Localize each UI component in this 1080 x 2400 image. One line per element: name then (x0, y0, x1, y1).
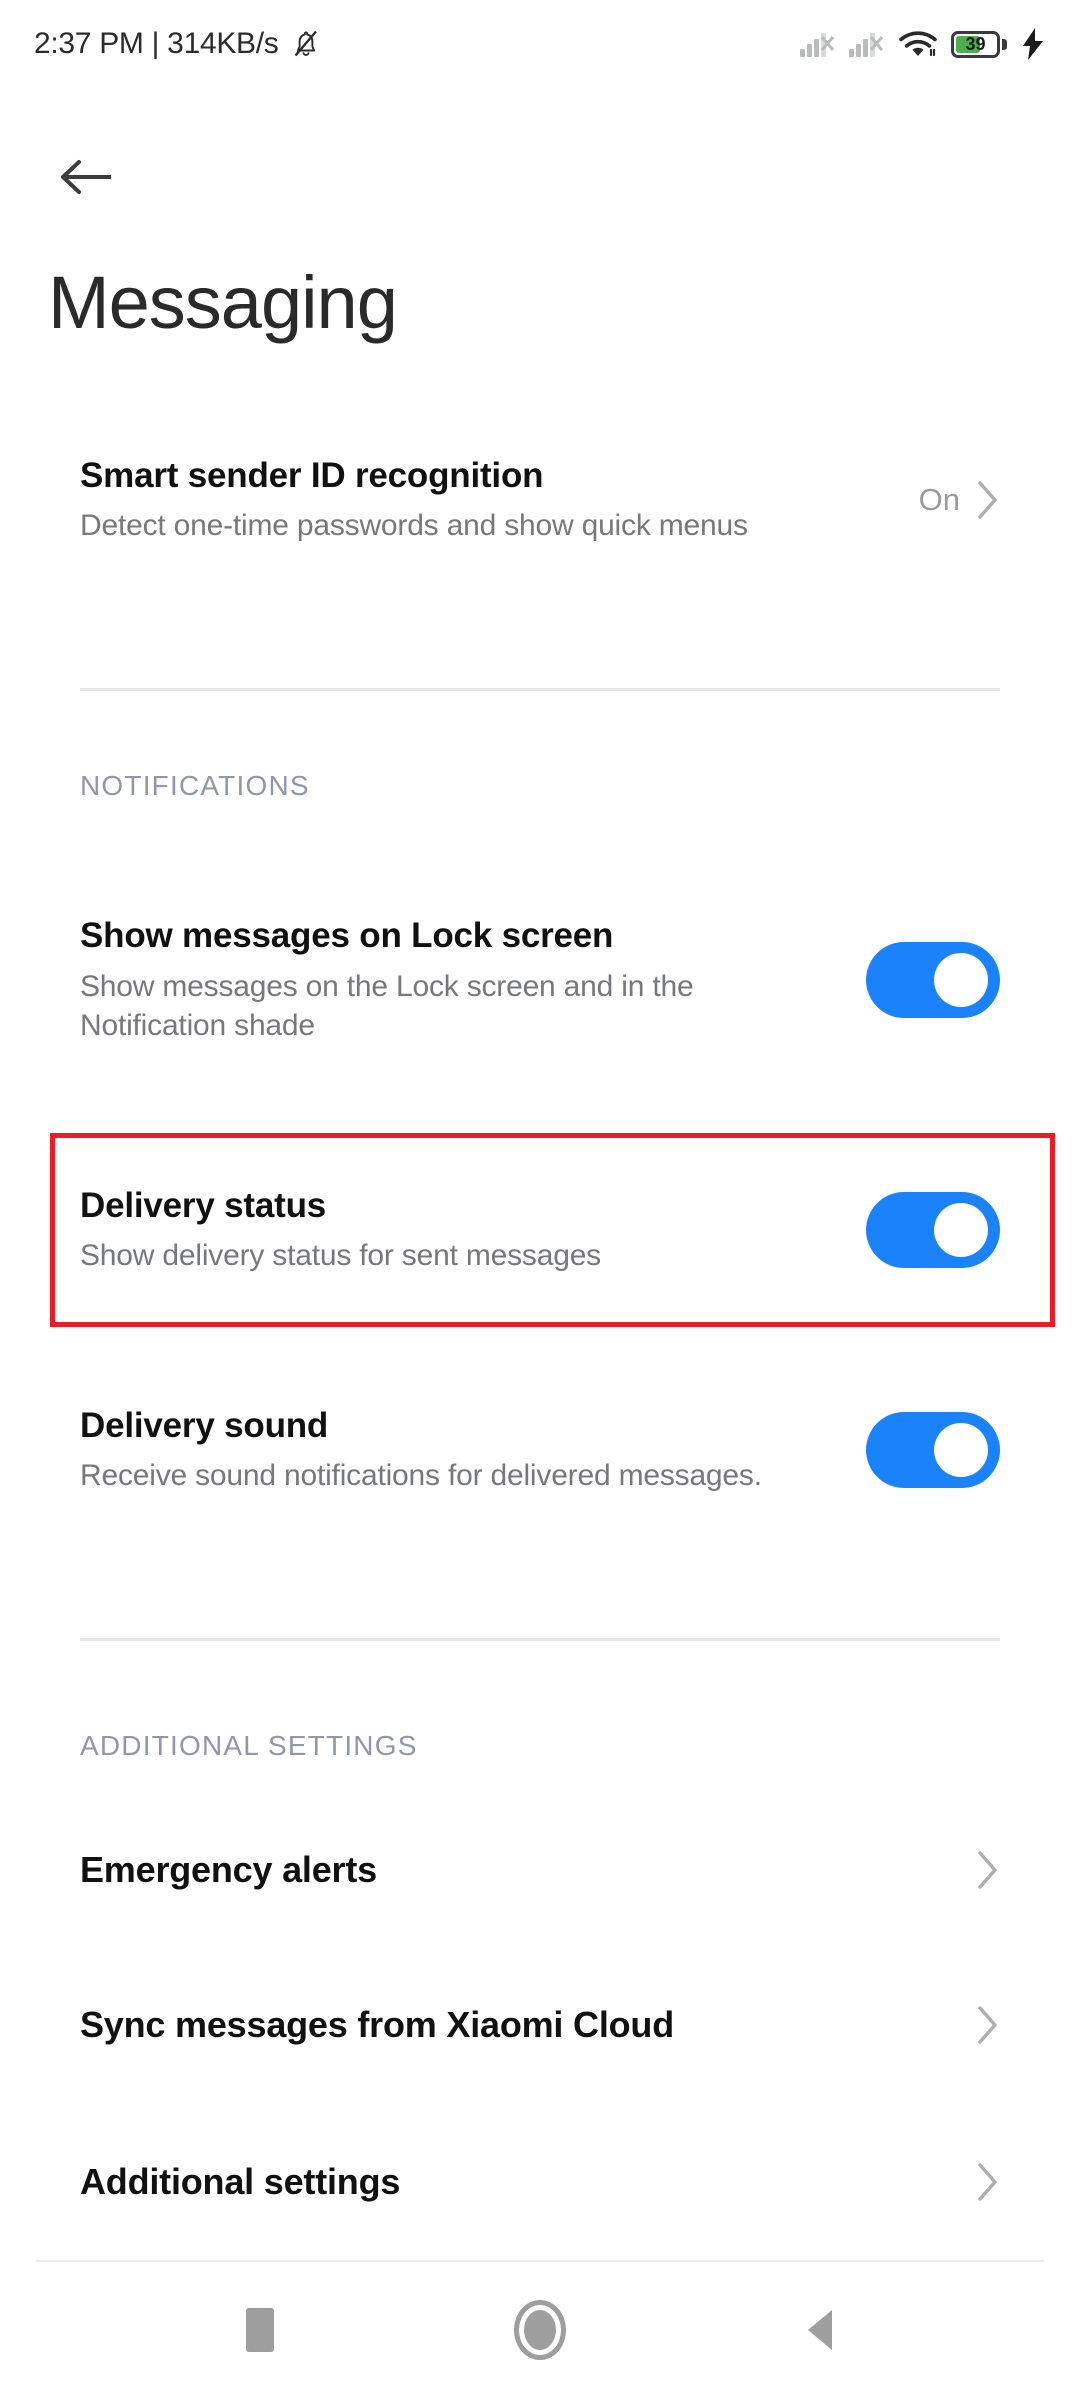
status-clock-network: 2:37 PM | 314KB/s (34, 27, 279, 60)
row-texts: Delivery sound Receive sound notificatio… (80, 1405, 866, 1496)
row-texts: Show messages on Lock screen Show messag… (80, 915, 866, 1045)
row-title: Sync messages from Xiaomi Cloud (80, 2004, 674, 2046)
row-title: Smart sender ID recognition (80, 455, 544, 495)
chevron-right-icon (976, 1849, 1000, 1891)
row-title: Delivery sound (80, 1405, 329, 1445)
row-show-messages-on-lock-screen[interactable]: Show messages on Lock screen Show messag… (0, 885, 1080, 1075)
section-label-notifications: NOTIFICATIONS (80, 770, 310, 801)
row-texts: Delivery status Show delivery status for… (80, 1185, 866, 1276)
navbar-items (0, 2260, 1080, 2400)
row-sync-messages-from-xiaomi-cloud[interactable]: Sync messages from Xiaomi Cloud (0, 1965, 1080, 2085)
chevron-right-icon (976, 2161, 1000, 2203)
divider-additional-settings (80, 1638, 1000, 1641)
battery-level-label: 39 (965, 34, 986, 54)
row-texts: Sync messages from Xiaomi Cloud (80, 2003, 976, 2047)
row-title: Show messages on Lock screen (80, 916, 614, 956)
battery-cap (1002, 38, 1007, 50)
chevron-right-icon (976, 2004, 1000, 2046)
toggle-knob (934, 1423, 988, 1477)
status-bar-right: 39 (800, 28, 1046, 60)
wifi-icon (898, 29, 938, 59)
toggle-knob (934, 1203, 988, 1257)
row-emergency-alerts[interactable]: Emergency alerts (0, 1810, 1080, 1930)
row-title: Delivery status (80, 1185, 327, 1225)
toggle-show-messages-on-lock-screen[interactable] (866, 942, 1000, 1018)
triangle-back-icon (798, 2306, 842, 2354)
row-subtitle: Show delivery status for sent messages (80, 1239, 601, 1273)
row-additional-settings[interactable]: Additional settings (0, 2122, 1080, 2242)
row-subtitle: Show messages on the Lock screen and in … (80, 969, 694, 1042)
row-texts: Additional settings (80, 2160, 976, 2204)
square-recents-icon (246, 2308, 274, 2352)
divider-notifications (80, 688, 1000, 691)
phone-screen: 2:37 PM | 314KB/s 39 Messaging Smart sen… (0, 0, 1080, 2400)
row-subtitle: Receive sound notifications for delivere… (80, 1459, 762, 1493)
navigation-bar (0, 2260, 1080, 2400)
row-texts: Emergency alerts (80, 1848, 976, 1892)
row-title: Additional settings (80, 2161, 401, 2203)
toggle-knob (934, 953, 988, 1007)
home-button[interactable] (485, 2275, 595, 2385)
row-delivery-status[interactable]: Delivery status Show delivery status for… (0, 1140, 1080, 1320)
circle-home-icon-inner (524, 2310, 556, 2350)
row-delivery-sound[interactable]: Delivery sound Receive sound notificatio… (0, 1355, 1080, 1545)
row-title: Emergency alerts (80, 1849, 377, 1891)
circle-home-icon (514, 2300, 566, 2360)
row-value: On (918, 482, 960, 517)
status-bar-left: 2:37 PM | 314KB/s (34, 27, 323, 61)
back-button[interactable] (50, 140, 124, 214)
battery-icon: 39 (951, 30, 1007, 58)
toggle-delivery-sound[interactable] (866, 1412, 1000, 1488)
back-nav-button[interactable] (765, 2275, 875, 2385)
charging-bolt-icon (1020, 28, 1046, 60)
row-texts: Smart sender ID recognition Detect one-t… (80, 455, 919, 546)
page-title: Messaging (48, 261, 398, 344)
recents-button[interactable] (205, 2275, 315, 2385)
section-label-additional-settings: ADDITIONAL SETTINGS (80, 1730, 418, 1761)
bell-muted-icon (289, 27, 323, 61)
chevron-right-icon (976, 479, 1000, 521)
row-smart-sender-id-recognition[interactable]: Smart sender ID recognition Detect one-t… (0, 410, 1080, 590)
row-subtitle: Detect one-time passwords and show quick… (80, 509, 748, 543)
toggle-delivery-status[interactable] (866, 1192, 1000, 1268)
arrow-back-icon (59, 157, 115, 197)
battery-body: 39 (951, 30, 1001, 58)
signal-no-sim-icon (800, 29, 836, 59)
status-bar: 2:37 PM | 314KB/s 39 (0, 0, 1080, 88)
signal-no-sim-icon (849, 29, 885, 59)
